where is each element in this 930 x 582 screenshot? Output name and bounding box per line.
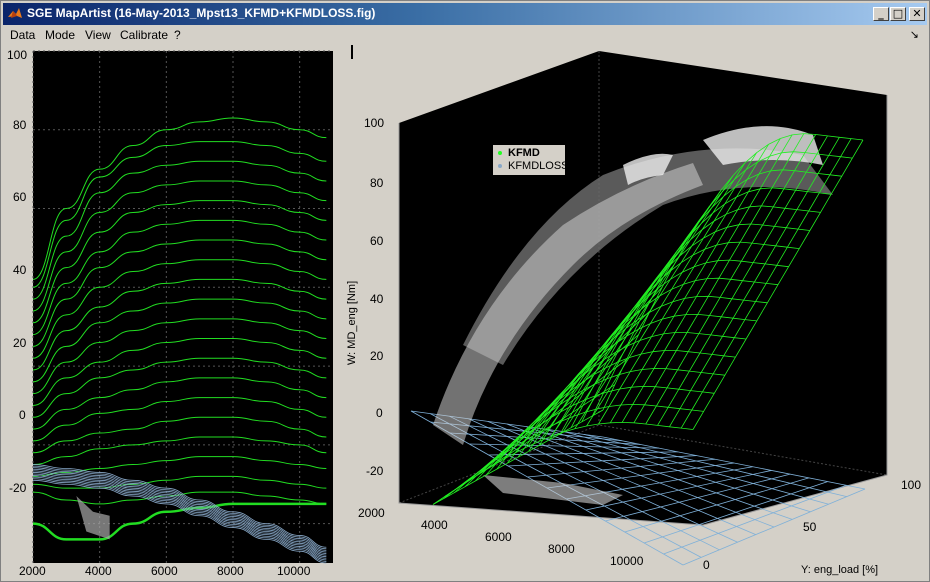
menu-bar: Data Mode View Calibrate ? ↘ [3, 26, 927, 44]
menu-help[interactable]: ? [174, 28, 181, 42]
left-x-tick: 10000 [277, 564, 311, 578]
matlab-logo-icon [8, 8, 22, 18]
left-y-tick: -20 [9, 481, 27, 495]
right-plot-box [399, 51, 887, 525]
right-z-tick: 0 [376, 406, 383, 420]
right-z-tick: 20 [370, 349, 384, 363]
menu-data[interactable]: Data [10, 28, 35, 42]
maximize-button[interactable]: □ [890, 7, 906, 21]
left-y-tick: 0 [19, 408, 26, 422]
right-y-tick: 0 [703, 558, 710, 572]
figure-canvas: 100 80 60 40 20 0 -20 2000 4000 6000 800… [7, 45, 921, 578]
right-x-tick: 6000 [485, 530, 512, 544]
left-y-ticks: 100 80 60 40 20 0 -20 [7, 48, 27, 495]
left-x-tick: 4000 [85, 564, 112, 578]
right-z-tick: 80 [370, 176, 384, 190]
menu-calibrate[interactable]: Calibrate [120, 28, 168, 42]
left-y-tick: 20 [13, 336, 27, 350]
left-x-tick: 2000 [19, 564, 46, 578]
left-x-tick: 6000 [151, 564, 178, 578]
right-z-axis-label: W: MD_eng [Nm] [346, 281, 358, 365]
legend-label-kfmd: KFMD [508, 147, 540, 159]
app-window: SGE MapArtist (16-May-2013_Mpst13_KFMD+K… [0, 0, 930, 582]
menu-view[interactable]: View [85, 28, 111, 42]
left-x-tick: 8000 [217, 564, 244, 578]
legend-marker-kfmdloss [498, 164, 502, 168]
legend-label-kfmdloss: KFMDLOSS [508, 160, 569, 172]
right-x-tick: 10000 [610, 554, 644, 568]
left-y-tick: 40 [13, 263, 27, 277]
left-y-tick: 100 [7, 48, 27, 62]
window-title: SGE MapArtist (16-May-2013_Mpst13_KFMD+K… [27, 6, 376, 20]
menu-mode[interactable]: Mode [45, 28, 75, 42]
right-x-tick: 2000 [358, 506, 385, 520]
left-y-tick: 60 [13, 190, 27, 204]
left-x-ticks: 2000 4000 6000 8000 10000 [19, 564, 311, 578]
right-y-tick: 50 [803, 520, 817, 534]
left-y-tick: 80 [13, 118, 27, 132]
close-button[interactable]: ✕ [909, 7, 925, 21]
right-z-tick: 100 [364, 116, 384, 130]
minimize-button[interactable]: _ [873, 7, 889, 21]
legend-marker-kfmd [498, 151, 502, 155]
right-3d-axes[interactable]: KFMD KFMDLOSS [398, 51, 888, 566]
title-bar[interactable]: SGE MapArtist (16-May-2013_Mpst13_KFMD+K… [3, 3, 927, 25]
right-z-ticks: 100 80 60 40 20 0 -20 [364, 116, 384, 478]
right-y-tick: 100 [901, 478, 921, 492]
right-z-tick: -20 [366, 464, 384, 478]
right-z-tick: 60 [370, 234, 384, 248]
cursor-marker [351, 45, 353, 59]
right-x-tick: 8000 [548, 542, 575, 556]
right-y-axis-label: Y: eng_load [%] [801, 564, 878, 576]
right-x-tick: 4000 [421, 518, 448, 532]
dock-arrow-icon[interactable]: ↘ [910, 28, 919, 41]
right-z-tick: 40 [370, 292, 384, 306]
